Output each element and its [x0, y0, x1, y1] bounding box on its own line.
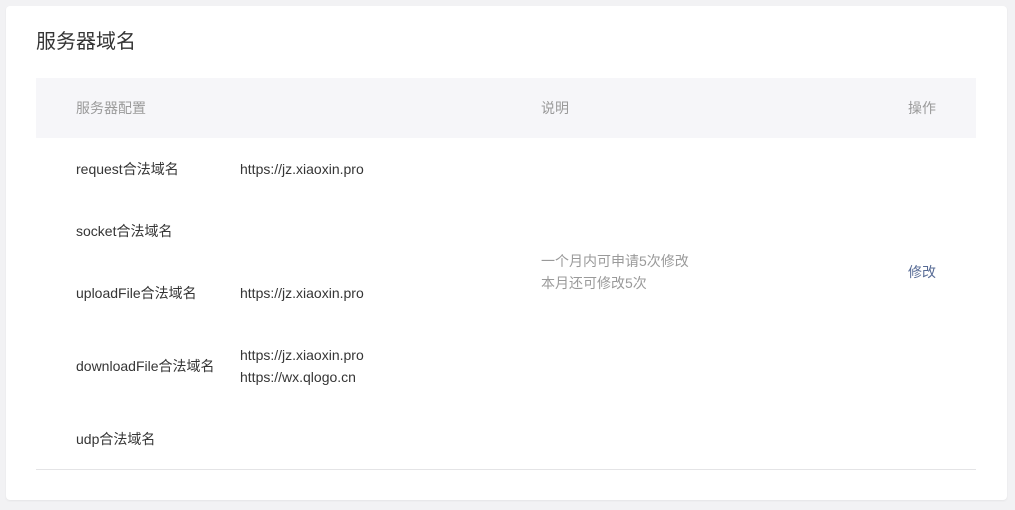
header-description: 说明: [541, 100, 569, 116]
modify-link[interactable]: 修改: [908, 261, 936, 283]
domain-value: https://jz.xiaoxin.pro: [240, 347, 364, 363]
table-header: 服务器配置 说明 操作: [36, 78, 976, 138]
row-values-uploadfile: https://jz.xiaoxin.pro: [240, 282, 364, 304]
domain-value: https://jz.xiaoxin.pro: [240, 285, 364, 301]
modification-description: 一个月内可申请5次修改 本月还可修改5次: [541, 250, 689, 294]
domain-value: https://jz.xiaoxin.pro: [240, 161, 364, 177]
header-operation: 操作: [908, 100, 936, 116]
description-line: 一个月内可申请5次修改: [541, 253, 689, 269]
card-title: 服务器域名: [36, 31, 136, 53]
row-values-request: https://jz.xiaoxin.pro: [240, 158, 364, 180]
domain-value: https://wx.qlogo.cn: [240, 369, 356, 385]
row-label-uploadfile: uploadFile合法域名: [76, 285, 197, 301]
row-label-downloadfile: downloadFile合法域名: [76, 358, 215, 374]
server-domain-card: 服务器域名 服务器配置 说明 操作 request合法域名 https://jz…: [6, 6, 1007, 500]
description-line: 本月还可修改5次: [541, 275, 647, 291]
row-label-udp: udp合法域名: [76, 431, 156, 447]
row-label-socket: socket合法域名: [76, 223, 173, 239]
row-values-downloadfile: https://jz.xiaoxin.pro https://wx.qlogo.…: [240, 344, 364, 388]
header-server-config: 服务器配置: [76, 100, 146, 116]
row-label-request: request合法域名: [76, 161, 179, 177]
table-bottom-divider: [36, 469, 976, 470]
